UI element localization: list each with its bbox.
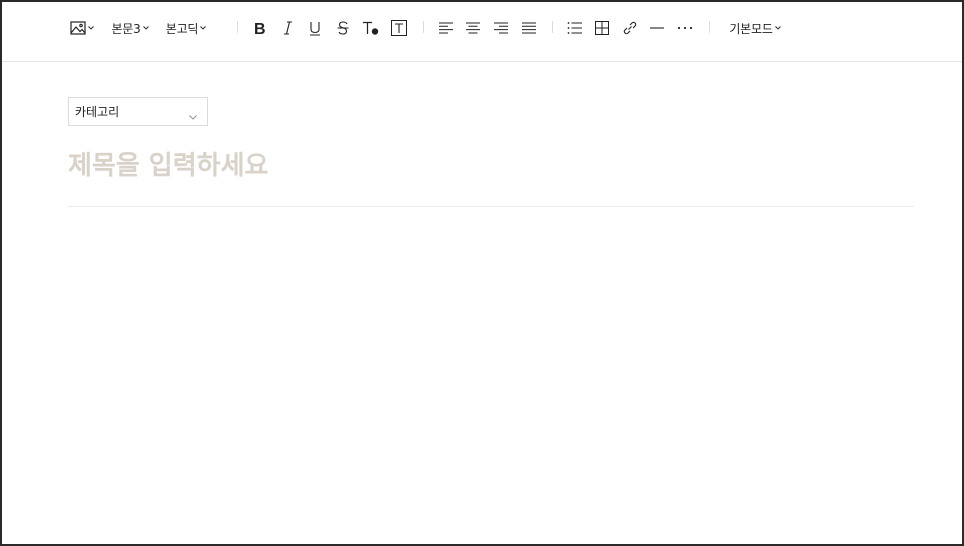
link-button[interactable]	[620, 16, 640, 40]
toolbar-separator	[709, 21, 710, 33]
text-color-button[interactable]	[360, 16, 382, 40]
title-input[interactable]	[68, 142, 914, 190]
text-background-button[interactable]	[388, 16, 410, 40]
align-justify-icon	[521, 21, 537, 35]
more-icon	[677, 26, 693, 30]
image-icon	[70, 20, 86, 36]
table-button[interactable]	[592, 16, 612, 40]
align-left-button[interactable]	[436, 16, 456, 40]
more-button[interactable]	[674, 16, 696, 40]
svg-text:B: B	[254, 21, 266, 36]
editor-body[interactable]	[68, 216, 914, 536]
align-left-icon	[438, 21, 454, 35]
link-icon	[622, 20, 638, 36]
toolbar-separator	[237, 21, 238, 33]
editor-mode-label: 기본모드	[729, 21, 773, 36]
list-button[interactable]	[565, 16, 585, 40]
chevron-down-icon	[142, 26, 149, 30]
insert-image-button[interactable]	[68, 16, 96, 40]
align-center-button[interactable]	[463, 16, 483, 40]
italic-button[interactable]	[278, 16, 298, 40]
align-right-button[interactable]	[491, 16, 511, 40]
table-icon	[595, 21, 609, 35]
text-background-icon	[391, 20, 407, 36]
editor-mode-dropdown[interactable]: 기본모드	[724, 16, 786, 40]
italic-icon	[281, 20, 295, 36]
toolbar-separator	[552, 21, 553, 33]
chevron-down-icon	[200, 26, 207, 30]
font-family-label: 본고딕	[165, 21, 199, 36]
underline-icon	[308, 20, 322, 36]
category-select[interactable]: 카테고리	[68, 97, 208, 126]
editor-toolbar: 본문3 본고딕 B 기본모드	[2, 2, 962, 62]
align-right-icon	[493, 21, 509, 35]
underline-button[interactable]	[305, 16, 325, 40]
chevron-down-icon	[88, 26, 94, 30]
align-center-icon	[465, 21, 481, 35]
paragraph-style-label: 본문3	[111, 21, 141, 36]
chevron-down-icon	[189, 109, 197, 123]
strikethrough-icon	[336, 20, 350, 36]
horizontal-line-icon	[649, 21, 665, 35]
list-icon	[567, 21, 583, 35]
toolbar-separator	[423, 21, 424, 33]
align-justify-button[interactable]	[519, 16, 539, 40]
editor-window: 본문3 본고딕 B 기본모드 카테고리 제목을 입력하세요	[0, 0, 964, 546]
paragraph-style-dropdown[interactable]: 본문3	[108, 16, 152, 40]
category-select-label: 카테고리	[75, 105, 120, 119]
strikethrough-button[interactable]	[333, 16, 353, 40]
title-divider	[68, 206, 914, 207]
bold-button[interactable]: B	[250, 16, 270, 40]
text-color-icon	[362, 20, 380, 36]
bold-icon: B	[253, 20, 267, 36]
horizontal-line-button[interactable]	[647, 16, 667, 40]
chevron-down-icon	[774, 26, 781, 30]
font-family-dropdown[interactable]: 본고딕	[162, 16, 210, 40]
